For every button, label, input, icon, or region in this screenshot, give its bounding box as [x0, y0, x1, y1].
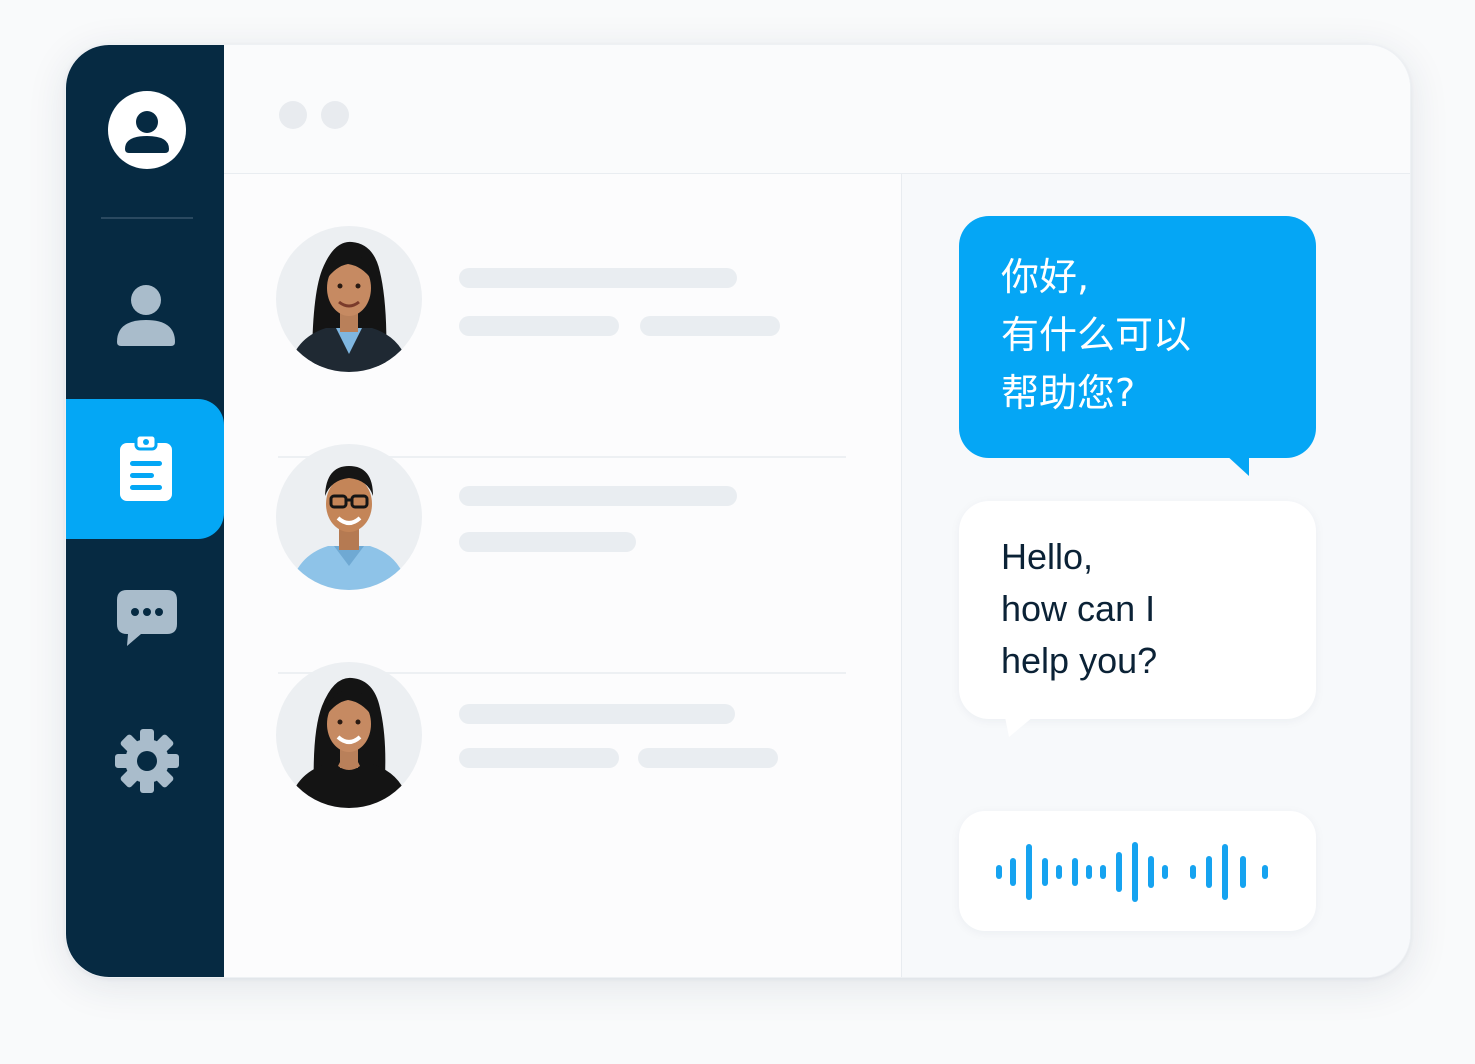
clipboard-icon [120, 433, 172, 501]
audio-waveform-icon [996, 842, 1268, 902]
placeholder-line [459, 532, 636, 552]
placeholder-line [459, 748, 619, 768]
translated-message-bubble[interactable]: Hello, how can I help you? [959, 501, 1316, 737]
placeholder-title [459, 704, 735, 724]
window-control-dot[interactable] [279, 101, 307, 129]
list-item[interactable] [224, 226, 901, 426]
gear-icon [115, 729, 179, 793]
placeholder-title [459, 486, 737, 506]
list-item[interactable] [224, 662, 901, 862]
translated-message-text: Hello, how can I help you? [1001, 536, 1158, 681]
person-icon [117, 285, 175, 346]
account-circle-icon[interactable] [108, 91, 186, 169]
avatar [276, 444, 422, 590]
chat-panel: 你好, 有什么可以 帮助您? Hello, how can I help you… [901, 174, 1410, 977]
sidebar-item-tasks[interactable] [66, 399, 224, 539]
chat-bubble-icon [117, 590, 177, 646]
window-control-dot[interactable] [321, 101, 349, 129]
placeholder-line [640, 316, 780, 336]
sidebar [66, 45, 224, 977]
sidebar-item-messages[interactable] [66, 550, 224, 690]
voice-message-card[interactable] [959, 811, 1316, 931]
incoming-message-text: 你好, 有什么可以 帮助您? [1001, 255, 1192, 415]
list-item[interactable] [224, 444, 901, 644]
incoming-message-bubble[interactable]: 你好, 有什么可以 帮助您? [959, 216, 1316, 476]
placeholder-line [459, 316, 619, 336]
bubble-tail [1005, 717, 1033, 737]
sidebar-item-settings[interactable] [66, 691, 224, 831]
placeholder-title [459, 268, 737, 288]
avatar [276, 662, 422, 808]
window-titlebar [224, 45, 1410, 174]
placeholder-line [638, 748, 778, 768]
contact-list [224, 174, 901, 977]
app-window: 你好, 有什么可以 帮助您? Hello, how can I help you… [65, 44, 1411, 978]
bubble-tail [1225, 454, 1249, 476]
sidebar-item-contacts[interactable] [66, 245, 224, 385]
avatar [276, 226, 422, 372]
sidebar-divider [101, 217, 193, 219]
